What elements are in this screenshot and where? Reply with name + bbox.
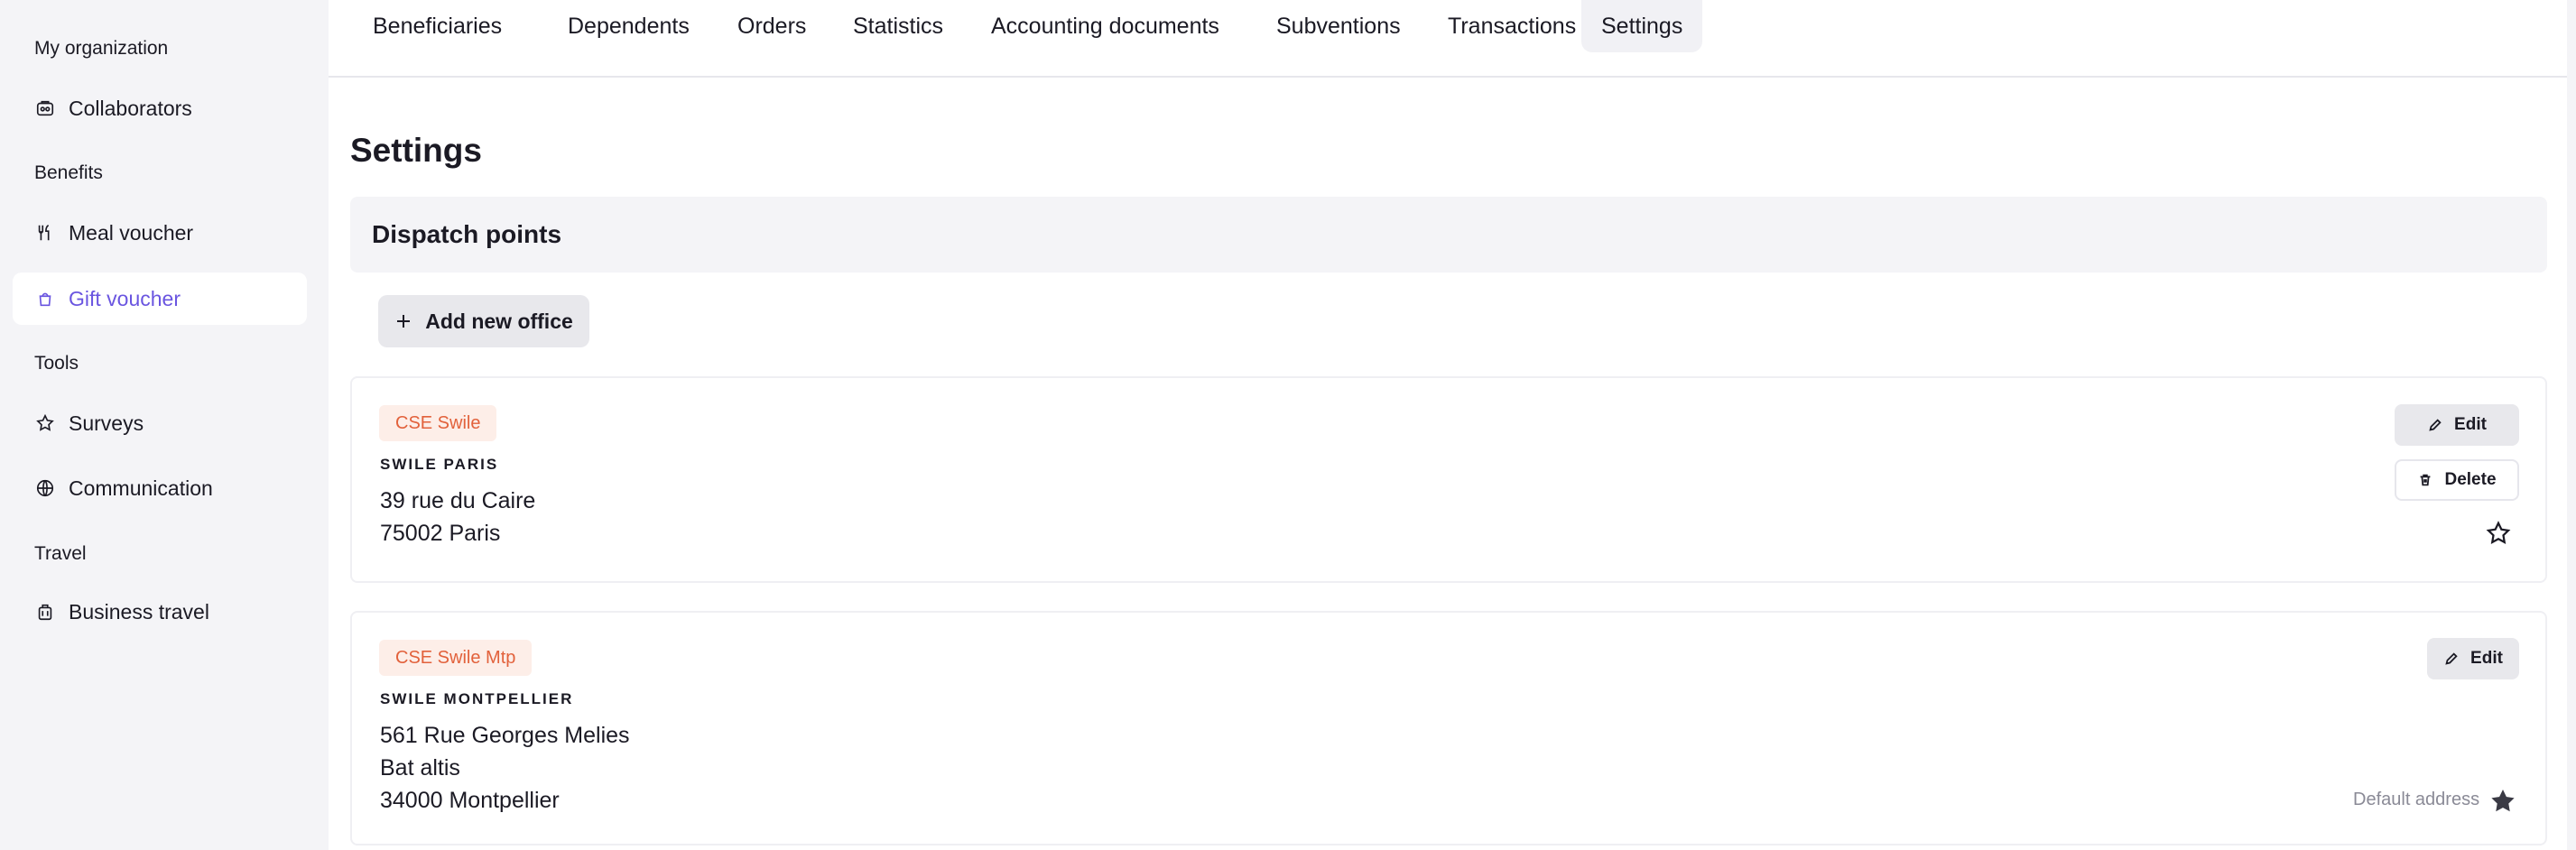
tab-transactions[interactable]: Transactions (1428, 0, 1596, 52)
sidebar-item-meal-voucher[interactable]: Meal voucher (13, 207, 307, 259)
sidebar: My organization Collaborators Benefits M… (0, 0, 329, 850)
globe-icon (34, 477, 56, 499)
office-address-line: 34000 Montpellier (380, 788, 560, 813)
edit-button[interactable]: Edit (2395, 404, 2519, 446)
office-card: CSE Swile SWILE PARIS 39 rue du Caire 75… (350, 376, 2547, 583)
tab-subventions[interactable]: Subventions (1256, 0, 1421, 52)
add-new-office-label: Add new office (425, 309, 573, 333)
tab-beneficiaries[interactable]: Beneficiaries (353, 0, 522, 52)
office-address-line: 561 Rue Georges Melies (380, 723, 630, 748)
default-address-label: Default address (2353, 790, 2480, 809)
sidebar-item-business-travel[interactable]: Business travel (13, 586, 307, 638)
gift-bag-icon (34, 288, 56, 310)
tab-bar: Beneficiaries Dependents Orders Statisti… (329, 0, 2567, 78)
trash-icon (2421, 474, 2431, 486)
sidebar-item-label: Gift voucher (69, 286, 181, 310)
section-title: Dispatch points (372, 220, 562, 248)
sidebar-section-travel: Travel (34, 543, 87, 564)
office-address-line: 39 rue du Caire (380, 488, 536, 513)
plus-icon (397, 315, 411, 328)
office-name: SWILE PARIS (380, 456, 499, 473)
edit-label: Edit (2454, 415, 2487, 434)
edit-label: Edit (2470, 649, 2503, 668)
right-edge (2567, 0, 2576, 850)
sidebar-item-label: Collaborators (69, 96, 192, 120)
delete-label: Delete (2444, 470, 2497, 489)
office-badge: CSE Swile Mtp (379, 640, 533, 676)
office-name: SWILE MONTPELLIER (380, 690, 574, 707)
tab-statistics[interactable]: Statistics (833, 0, 963, 52)
sidebar-item-label: Communication (69, 476, 213, 500)
office-card: CSE Swile Mtp SWILE MONTPELLIER 561 Rue … (350, 611, 2547, 845)
sidebar-item-communication[interactable]: Communication (13, 462, 307, 514)
sidebar-item-gift-voucher[interactable]: Gift voucher (13, 273, 307, 325)
office-address-line: Bat altis (380, 755, 460, 781)
suitcase-icon (34, 601, 56, 623)
set-default-star-icon[interactable] (2485, 520, 2512, 547)
tab-accounting-documents[interactable]: Accounting documents (971, 0, 1239, 52)
collaborators-icon (34, 97, 56, 119)
pencil-icon (2445, 652, 2458, 665)
office-address-line: 75002 Paris (380, 521, 501, 546)
page-title: Settings (350, 132, 482, 169)
tab-settings[interactable]: Settings (1581, 0, 1703, 52)
tab-dependents[interactable]: Dependents (548, 0, 709, 52)
office-badge: CSE Swile (379, 405, 497, 441)
add-new-office-button[interactable]: Add new office (378, 295, 589, 347)
default-star-icon[interactable] (2489, 788, 2516, 815)
pencil-icon (2429, 419, 2442, 431)
sidebar-item-label: Meal voucher (69, 220, 194, 245)
dispatch-points-header: Dispatch points (350, 197, 2547, 273)
sidebar-section-tools: Tools (34, 353, 79, 374)
sidebar-section-my-organization: My organization (34, 38, 169, 59)
tab-orders[interactable]: Orders (718, 0, 826, 52)
sidebar-item-collaborators[interactable]: Collaborators (13, 82, 307, 134)
sidebar-item-label: Business travel (69, 599, 209, 624)
delete-button[interactable]: Delete (2395, 459, 2519, 501)
sidebar-item-label: Surveys (69, 411, 144, 435)
utensils-icon (34, 222, 56, 244)
star-icon (34, 412, 56, 434)
sidebar-item-surveys[interactable]: Surveys (13, 397, 307, 449)
sidebar-section-benefits: Benefits (34, 162, 103, 183)
edit-button[interactable]: Edit (2427, 638, 2519, 679)
